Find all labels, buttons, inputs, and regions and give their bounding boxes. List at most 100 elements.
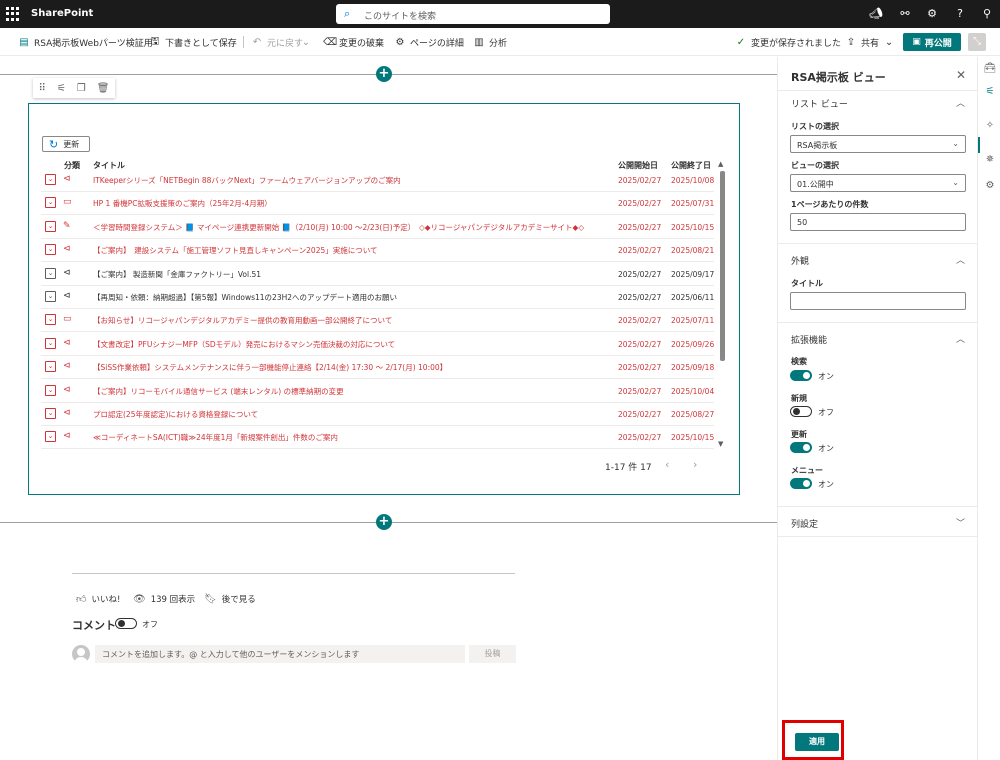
section-column-settings[interactable]: 列設定 xyxy=(791,517,818,530)
table-row[interactable]: ⌄ ⊲ 【文書改定】PFUシナジーMFP（SDモデル）発売におけるマシン売価決裁の対… xyxy=(41,333,714,356)
duplicate-icon[interactable]: ❐ xyxy=(77,83,86,94)
drag-handle-icon[interactable]: ⠿ xyxy=(39,83,46,94)
row-title[interactable]: 【SiSS作業依頼】システムメンテナンスに伴う一部機能停止連絡【2/14(金) … xyxy=(93,362,613,373)
like-button[interactable]: 👍︎ いいね! xyxy=(76,593,120,605)
section-list-view[interactable]: リスト ビュー xyxy=(791,97,848,110)
row-title[interactable]: ≪コーディネートSA(ICT)職≫24年度1月「新規案件創出」件数のご案内 xyxy=(93,432,613,443)
table-row[interactable]: ⌄ ▭ HP 1 番機PC拡販支援策のご案内（25年2月-4月期） 2025/02/2… xyxy=(41,192,714,216)
row-title[interactable]: 【再周知・依頼：納期超過】【第5報】Windows11の23H2へのアップデート… xyxy=(93,292,613,303)
chevron-up-icon[interactable]: ︿ xyxy=(956,253,965,266)
table-row[interactable]: ⌄ ⊲ 【ご案内】 製造新聞「金庫ファクトリー」Vol.51 2025/02/27 20… xyxy=(41,263,714,286)
section-appearance[interactable]: 外観 xyxy=(791,254,809,267)
expand-chevron-icon[interactable]: ⌄ xyxy=(45,408,56,419)
undo-dropdown[interactable]: ⌄ xyxy=(300,35,312,49)
properties-icon[interactable]: ⚟ xyxy=(983,85,997,99)
expand-chevron-icon[interactable]: ⌄ xyxy=(45,174,56,185)
share-icon: ⇪ xyxy=(846,36,856,48)
table-row[interactable]: ⌄ ⊲ ITKeeperシリーズ「NETBegin 88バックNext」ファームウェ… xyxy=(41,169,714,192)
row-title[interactable]: 【ご案内】 製造新聞「金庫ファクトリー」Vol.51 xyxy=(93,269,613,280)
scroll-up-icon[interactable]: ▲ xyxy=(718,160,723,168)
expand-chevron-icon[interactable]: ⌄ xyxy=(45,361,56,373)
row-title[interactable]: ITKeeperシリーズ「NETBegin 88バックNext」ファームウェアバ… xyxy=(93,175,613,186)
list-select-dropdown[interactable]: RSA掲示板 ⌄ xyxy=(790,135,966,153)
title-input[interactable] xyxy=(790,292,966,310)
add-section-button[interactable]: + xyxy=(376,514,392,530)
expand-chevron-icon[interactable]: ⌄ xyxy=(45,384,56,396)
comments-toggle[interactable] xyxy=(115,618,137,629)
table-row[interactable]: ⌄ ⊲ ≪コーディネートSA(ICT)職≫24年度1月「新規案件創出」件数のご案内 2… xyxy=(41,426,714,450)
close-icon[interactable]: ✕ xyxy=(956,68,966,82)
search-box[interactable]: ⌕ このサイトを検索 xyxy=(336,4,610,24)
row-title[interactable]: 【文書改定】PFUシナジーMFP（SDモデル）発売におけるマシン売価決裁の対応に… xyxy=(93,339,613,350)
webpart-toolbar: ⠿ ⚟ ❐ 🗑︎ xyxy=(33,78,115,98)
analytics-button[interactable]: ▥ 分析 xyxy=(473,35,507,49)
account-icon[interactable]: ⚲ xyxy=(980,7,994,21)
row-start-date: 2025/02/27 xyxy=(618,293,662,302)
table-row[interactable]: ⌄ ▭ 【お知らせ】リコージャパンデジタルアカデミー提供の教育用動画一部公開終了につ… xyxy=(41,309,714,333)
megaphone-icon[interactable]: 📣︎ xyxy=(869,7,883,21)
row-start-date: 2025/02/27 xyxy=(618,176,662,185)
edit-properties-icon[interactable]: ⚟ xyxy=(57,83,66,94)
expand-chevron-icon[interactable]: ⌄ xyxy=(45,197,56,209)
page-settings-icon[interactable]: ✵ xyxy=(983,153,997,167)
refresh-button[interactable]: ↻ 更新 xyxy=(42,136,90,152)
bulletin-board-webpart[interactable]: ↻ 更新 分類 タイトル 公開開始日 公開終了日 ⌄ ⊲ ITKeeperシリーズ「… xyxy=(28,103,740,495)
view-select-dropdown[interactable]: 01.公開中 ⌄ xyxy=(790,174,966,192)
table-row[interactable]: ⌄ ✎ ＜学習時間登録システム＞ 📘 マイページ連携更新開始 📘（2/10(月) 1… xyxy=(41,216,714,239)
table-row[interactable]: ⌄ ⊲ 【再周知・依頼：納期超過】【第5報】Windows11の23H2へのアップデ… xyxy=(41,286,714,309)
row-title[interactable]: 【お知らせ】リコージャパンデジタルアカデミー提供の教育用動画一部公開終了について xyxy=(93,315,613,326)
expand-chevron-icon[interactable]: ⌄ xyxy=(45,337,56,349)
title-label: タイトル xyxy=(791,279,823,288)
expand-chevron-icon[interactable]: ⌄ xyxy=(45,431,56,443)
section-extensions[interactable]: 拡張機能 xyxy=(791,333,827,346)
expand-chevron-icon[interactable]: ⌄ xyxy=(45,267,56,279)
save-draft-button[interactable]: 🖫︎ 下書きとして保存 xyxy=(149,35,237,49)
table-row[interactable]: ⌄ ⊲ 【ご案内】 建設システム「施工管理ソフト見直しキャンペーン2025」実施につ… xyxy=(41,239,714,263)
delete-icon[interactable]: 🗑︎ xyxy=(97,83,110,94)
page-details-button[interactable]: ⚙ ページの詳細 xyxy=(394,35,464,49)
collapse-pane-icon[interactable]: ⤡ xyxy=(968,33,986,51)
discard-changes-button[interactable]: ⌫ 変更の破棄 xyxy=(323,35,384,49)
help-icon[interactable]: ? xyxy=(953,7,967,21)
chevron-down-icon[interactable]: ﹀ xyxy=(956,516,965,529)
previous-page-icon[interactable]: ‹ xyxy=(665,458,669,471)
comment-input[interactable]: コメントを追加します。@ と入力して他のユーザーをメンションします xyxy=(95,645,465,663)
republish-button[interactable]: ▣ 再公開 xyxy=(903,33,961,51)
post-button[interactable]: 投稿 xyxy=(469,645,516,663)
expand-chevron-icon[interactable]: ⌄ xyxy=(45,244,56,256)
share-network-icon[interactable]: ⚯ xyxy=(898,7,912,21)
settings-icon[interactable]: ⚙ xyxy=(925,7,939,21)
add-section-button[interactable]: + xyxy=(376,66,392,82)
settings-icon[interactable]: ⚙ xyxy=(983,179,997,193)
refresh-label: 更新 xyxy=(63,139,80,149)
app-launcher-icon[interactable] xyxy=(6,7,20,21)
expand-chevron-icon[interactable]: ⌄ xyxy=(45,314,56,326)
chevron-up-icon[interactable]: ︿ xyxy=(956,332,965,345)
scroll-down-icon[interactable]: ▼ xyxy=(718,440,723,448)
row-title[interactable]: プロ認定(25年度認定)における資格登録について xyxy=(93,409,613,420)
save-for-later-button[interactable]: 🔖︎ 後で見る xyxy=(204,593,256,606)
row-title[interactable]: 【ご案内】 建設システム「施工管理ソフト見直しキャンペーン2025」実施について xyxy=(93,245,613,256)
row-title[interactable]: ＜学習時間登録システム＞ 📘 マイページ連携更新開始 📘（2/10(月) 10:… xyxy=(93,222,613,233)
expand-chevron-icon[interactable]: ⌄ xyxy=(45,220,56,232)
table-row[interactable]: ⌄ ⊲ 【SiSS作業依頼】システムメンテナンスに伴う一部機能停止連絡【2/14(金… xyxy=(41,356,714,380)
next-page-icon[interactable]: › xyxy=(693,458,697,471)
toolbox-icon[interactable]: 🧰︎ xyxy=(983,62,997,76)
design-ideas-icon[interactable]: ✧ xyxy=(983,119,997,133)
undo-button[interactable]: ↶ 元に戻す xyxy=(251,35,303,49)
menu-toggle[interactable] xyxy=(790,478,812,489)
brand-name[interactable]: SharePoint xyxy=(31,8,93,19)
megaphone-icon: ⊲ xyxy=(63,174,71,184)
per-page-input[interactable]: 50 xyxy=(790,213,966,231)
share-button[interactable]: ⇪ 共有 ⌄ xyxy=(845,35,895,49)
scrollbar-thumb[interactable] xyxy=(720,171,725,361)
row-title[interactable]: HP 1 番機PC拡販支援策のご案内（25年2月-4月期） xyxy=(93,198,613,209)
refresh-toggle[interactable] xyxy=(790,442,812,453)
row-title[interactable]: 【ご案内】リコーモバイル通信サービス (端末レンタル) の標準納期の変更 xyxy=(93,386,613,397)
chevron-up-icon[interactable]: ︿ xyxy=(956,96,965,109)
search-toggle[interactable] xyxy=(790,370,812,381)
table-row[interactable]: ⌄ ⊲ 【ご案内】リコーモバイル通信サービス (端末レンタル) の標準納期の変更 20… xyxy=(41,380,714,403)
new-toggle[interactable] xyxy=(790,406,812,417)
expand-chevron-icon[interactable]: ⌄ xyxy=(45,291,56,302)
table-row[interactable]: ⌄ ⊲ プロ認定(25年度認定)における資格登録について 2025/02/27 2025… xyxy=(41,403,714,426)
